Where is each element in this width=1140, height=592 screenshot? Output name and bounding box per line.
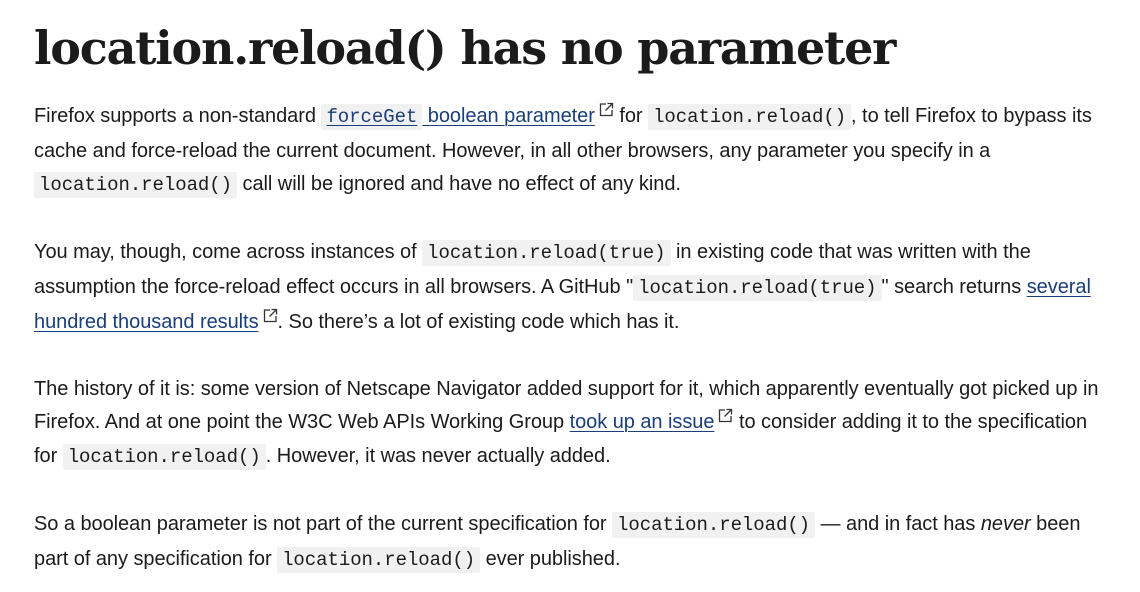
inline-code: location.reload(true): [633, 274, 882, 301]
external-link-icon: [263, 308, 278, 323]
paragraph-forceget: Firefox supports a non-standard forceGet…: [34, 100, 1114, 203]
text: . However, it was never actually added.: [265, 444, 611, 467]
paragraph-existing-code: You may, though, come across instances o…: [34, 236, 1114, 339]
paragraph-history: The history of it is: some version of Ne…: [34, 373, 1114, 475]
external-link-icon: [599, 102, 614, 117]
inline-code: location.reload(): [62, 443, 266, 470]
text: call will be ignored and have no effect …: [236, 173, 681, 196]
inline-code: location.reload(true): [422, 240, 671, 267]
emphasis: never: [980, 513, 1031, 536]
text: You may, though, come across instances o…: [34, 241, 423, 264]
link-text: boolean parameter: [422, 105, 595, 127]
article: location.reload() has no parameter Firef…: [34, 18, 1114, 577]
inline-code: location.reload(): [648, 104, 852, 130]
forceget-code: forceGet: [321, 104, 423, 130]
forceget-link[interactable]: forceGet boolean parameter: [321, 104, 595, 130]
w3c-issue-link[interactable]: took up an issue: [570, 411, 715, 433]
inline-code: location.reload(): [34, 172, 237, 199]
text: So a boolean parameter is not part of th…: [34, 513, 613, 536]
paragraph-conclusion: So a boolean parameter is not part of th…: [34, 508, 1114, 577]
inline-code: location.reload(): [612, 512, 816, 539]
inline-code: location.reload(): [277, 546, 481, 573]
page-title: location.reload() has no parameter: [34, 21, 896, 75]
text: Firefox supports a non-standard: [34, 105, 322, 127]
text: ever published.: [480, 547, 621, 570]
text: for: [613, 105, 649, 127]
external-link-icon: [718, 408, 733, 423]
text: — and in fact has: [815, 513, 981, 536]
text: . So there’s a lot of existing code whic…: [277, 310, 680, 333]
text: " search returns: [881, 275, 1027, 298]
